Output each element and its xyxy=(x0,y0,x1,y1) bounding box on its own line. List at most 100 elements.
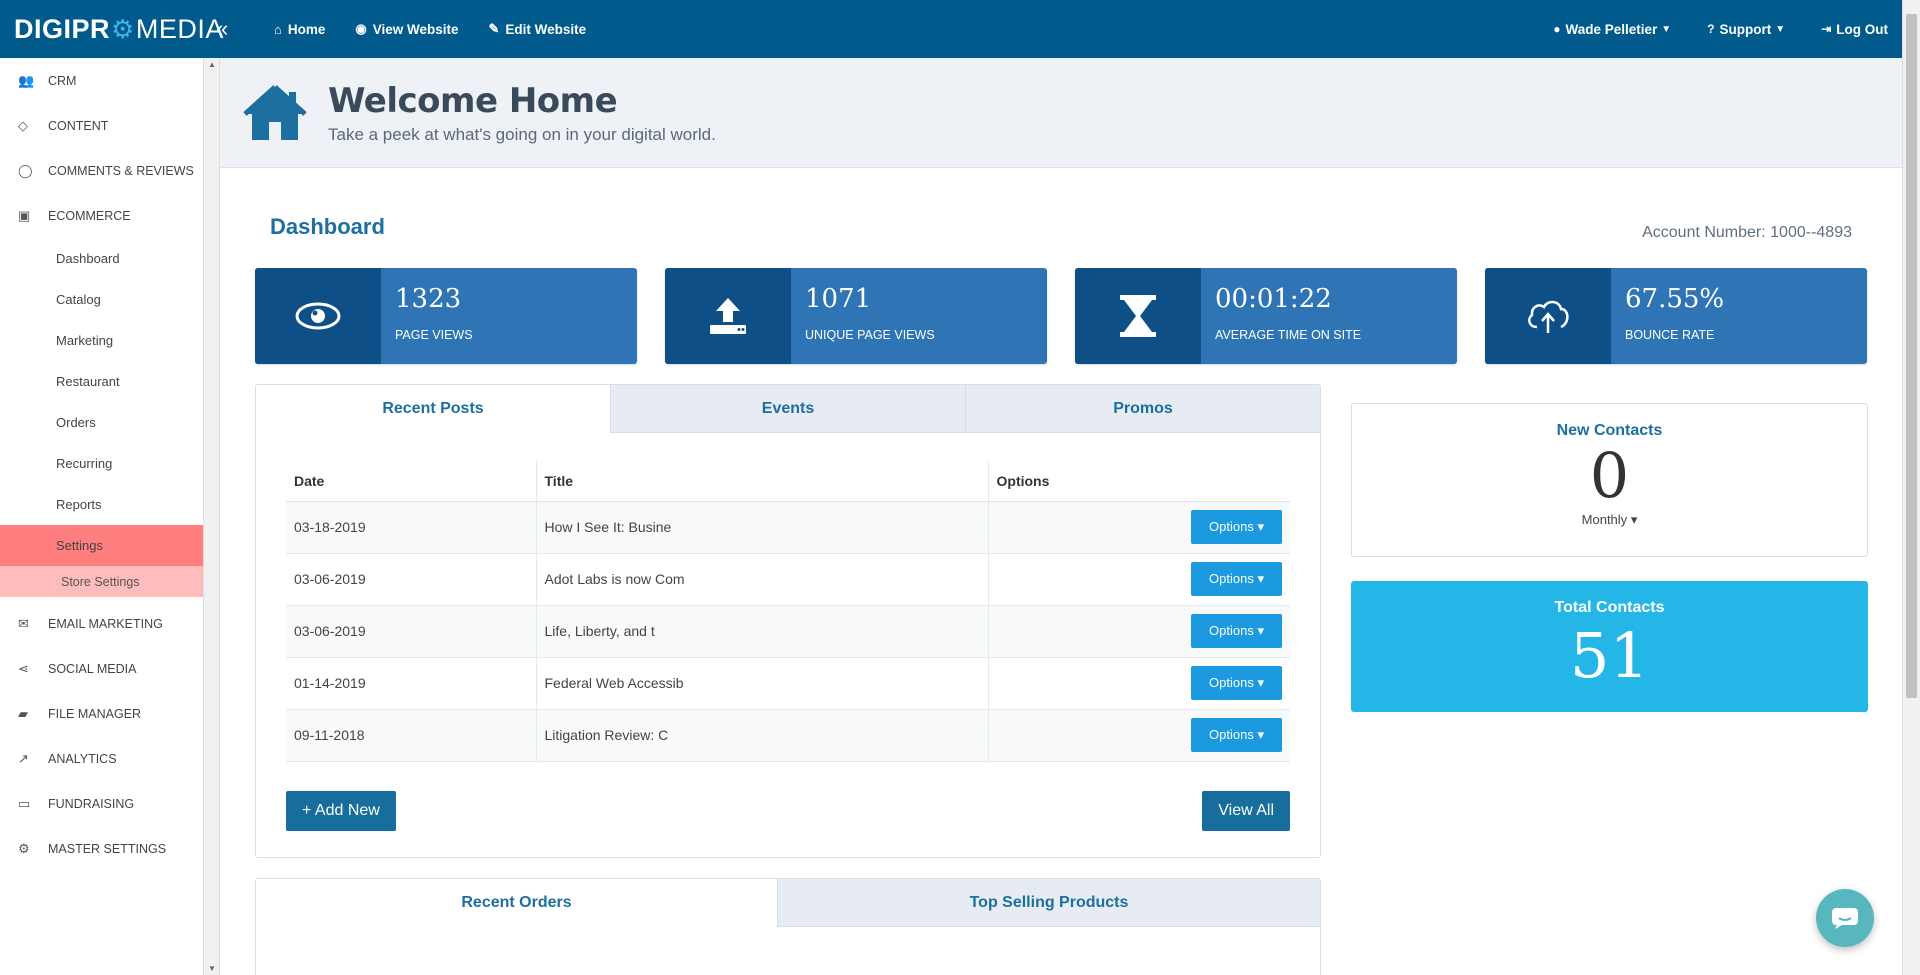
view-all-button[interactable]: View All xyxy=(1202,791,1290,831)
sidebar-item-master-settings[interactable]: ⚙ MASTER SETTINGS xyxy=(0,826,203,871)
sidebar-sub-settings[interactable]: Settings xyxy=(0,525,203,566)
stat-card-bounce-rate: 67.55% BOUNCE RATE xyxy=(1485,268,1867,364)
gear-logo-icon: ⚙ xyxy=(111,13,135,44)
caret-down-icon: ▾ xyxy=(1257,519,1264,534)
sidebar-item-file-manager[interactable]: ▰ FILE MANAGER xyxy=(0,691,203,736)
total-contacts-card: Total Contacts 51 xyxy=(1351,581,1868,712)
brand-logo[interactable]: DIGIPR ⚙ MEDIA xyxy=(0,13,223,45)
house-icon xyxy=(243,84,307,140)
sidebar-item-social-media[interactable]: ⋖ SOCIAL MEDIA xyxy=(0,646,203,691)
sidebar-item-analytics[interactable]: ↗ ANALYTICS xyxy=(0,736,203,781)
table-row: 03-18-2019 How I See It: Busine Options … xyxy=(286,501,1290,554)
new-contacts-count: 0 xyxy=(1589,439,1630,512)
caret-down-icon: ▾ xyxy=(1257,675,1264,690)
caret-down-icon: ▾ xyxy=(1257,727,1264,742)
scroll-down-icon[interactable]: ▼ xyxy=(208,964,216,973)
question-icon: ? xyxy=(1707,22,1715,36)
sidebar-sub-store-settings[interactable]: Store Settings xyxy=(0,566,203,597)
sidebar-sub-marketing[interactable]: Marketing xyxy=(0,320,203,361)
sidebar-item-comments[interactable]: ◯ COMMENTS & REVIEWS xyxy=(0,148,203,193)
chevron-down-icon: ▼ xyxy=(1775,23,1786,35)
nav-edit-website-link[interactable]: ✎ Edit Website xyxy=(489,21,587,37)
money-icon: ▭ xyxy=(18,795,31,811)
hourglass-icon xyxy=(1075,268,1201,364)
sidebar-item-crm[interactable]: 👥 CRM xyxy=(0,58,203,103)
table-row: 03-06-2019 Adot Labs is now Com Options … xyxy=(286,553,1290,606)
share-icon: ⋖ xyxy=(18,660,29,676)
comment-icon: ◯ xyxy=(18,162,33,178)
sidebar-item-fundraising[interactable]: ▭ FUNDRAISING xyxy=(0,781,203,826)
scrollbar-thumb[interactable] xyxy=(1906,14,1917,698)
column-header-date: Date xyxy=(286,461,536,502)
support-menu[interactable]: ? Support ▼ xyxy=(1707,22,1785,37)
nav-home-link[interactable]: ⌂ Home xyxy=(274,22,325,37)
users-icon: 👥 xyxy=(18,72,35,88)
chat-icon xyxy=(1832,908,1858,929)
nav-view-website-link[interactable]: ◉ View Website xyxy=(355,21,458,37)
stats-row: 1323 PAGE VIEWS 1071 UNIQUE PAGE VIEWS 00:… xyxy=(255,268,1867,364)
scroll-up-icon[interactable]: ▲ xyxy=(208,60,216,69)
upload-icon xyxy=(665,268,791,364)
collapse-sidebar-button[interactable]: « xyxy=(216,16,248,42)
caret-down-icon: ▾ xyxy=(1257,623,1264,638)
stat-card-unique-page-views: 1071 UNIQUE PAGE VIEWS xyxy=(665,268,1047,364)
table-row: 09-11-2018 Litigation Review: C Options … xyxy=(286,709,1290,762)
posts-panel: Recent Posts Events Promos Date Title Op… xyxy=(255,384,1321,858)
sidebar-sub-restaurant[interactable]: Restaurant xyxy=(0,361,203,402)
sign-out-icon: ⇥ xyxy=(1821,22,1832,36)
chevron-down-icon: ▼ xyxy=(1661,23,1672,35)
sidebar-sub-reports[interactable]: Reports xyxy=(0,484,203,525)
sidebar: 👥 CRM ◇ CONTENT ◯ COMMENTS & REVIEWS ▣ ECOMM… xyxy=(0,58,204,975)
logout-link[interactable]: ⇥ Log Out xyxy=(1821,22,1888,37)
top-navbar: DIGIPR ⚙ MEDIA « ⌂ Home ◉ View Website ✎ Edit… xyxy=(0,0,1902,58)
sidebar-sub-catalog[interactable]: Catalog xyxy=(0,279,203,320)
user-menu[interactable]: ● Wade Pelletier ▼ xyxy=(1553,22,1671,37)
total-contacts-count: 51 xyxy=(1570,619,1649,692)
sidebar-item-email-marketing[interactable]: ✉ EMAIL MARKETING xyxy=(0,601,203,646)
line-chart-icon: ↗ xyxy=(18,750,29,766)
sidebar-sub-recurring[interactable]: Recurring xyxy=(0,443,203,484)
posts-tabs: Recent Posts Events Promos xyxy=(256,385,1320,433)
options-button[interactable]: Options ▾ xyxy=(1191,614,1282,648)
options-button[interactable]: Options ▾ xyxy=(1191,510,1282,544)
posts-table: Date Title Options 03-18-2019 How I See … xyxy=(286,461,1290,762)
gift-icon: ▣ xyxy=(18,207,31,223)
tab-recent-orders[interactable]: Recent Orders xyxy=(256,879,777,927)
column-header-title: Title xyxy=(535,461,988,502)
eye-icon: ◉ xyxy=(355,21,367,36)
new-contacts-card: New Contacts 0 Monthly ▾ xyxy=(1351,403,1868,557)
caret-down-icon: ▾ xyxy=(1630,512,1638,527)
sidebar-item-ecommerce[interactable]: ▣ ECOMMERCE xyxy=(0,193,203,238)
chat-button[interactable] xyxy=(1816,889,1874,947)
caret-down-icon: ▾ xyxy=(1257,571,1264,586)
sidebar-item-content[interactable]: ◇ CONTENT xyxy=(0,103,203,148)
page-subtitle: Take a peek at what's going on in your d… xyxy=(328,124,716,144)
sidebar-sub-dashboard[interactable]: Dashboard xyxy=(0,238,203,279)
main-content: Welcome Home Take a peek at what's going… xyxy=(220,58,1902,975)
page-scrollbar[interactable] xyxy=(1902,0,1920,975)
tab-promos[interactable]: Promos xyxy=(965,385,1320,433)
sidebar-scrollbar[interactable]: ▲ ▼ xyxy=(204,58,220,975)
tab-events[interactable]: Events xyxy=(610,385,965,433)
home-icon: ⌂ xyxy=(274,21,282,37)
period-select[interactable]: Monthly ▾ xyxy=(1352,512,1867,528)
stat-card-avg-time: 00:01:22 AVERAGE TIME ON SITE xyxy=(1075,268,1457,364)
dashboard-title: Dashboard xyxy=(270,214,385,239)
orders-panel: Recent Orders Top Selling Products xyxy=(255,878,1321,975)
options-button[interactable]: Options ▾ xyxy=(1191,666,1282,700)
tab-recent-posts[interactable]: Recent Posts xyxy=(256,385,610,433)
add-new-button[interactable]: + Add New xyxy=(286,791,396,831)
cloud-upload-icon xyxy=(1485,268,1611,364)
diamond-icon: ◇ xyxy=(18,117,28,133)
options-button[interactable]: Options ▾ xyxy=(1191,562,1282,596)
eye-icon xyxy=(255,268,381,364)
envelope-icon: ✉ xyxy=(18,615,29,631)
sidebar-sub-orders[interactable]: Orders xyxy=(0,402,203,443)
edit-icon: ✎ xyxy=(488,21,500,36)
gear-icon: ⚙ xyxy=(18,840,30,856)
tab-top-selling-products[interactable]: Top Selling Products xyxy=(777,879,1320,927)
table-row: 03-06-2019 Life, Liberty, and t Options … xyxy=(286,605,1290,658)
user-circle-icon: ● xyxy=(1553,22,1561,36)
options-button[interactable]: Options ▾ xyxy=(1191,718,1282,752)
page-title: Welcome Home xyxy=(328,80,618,121)
